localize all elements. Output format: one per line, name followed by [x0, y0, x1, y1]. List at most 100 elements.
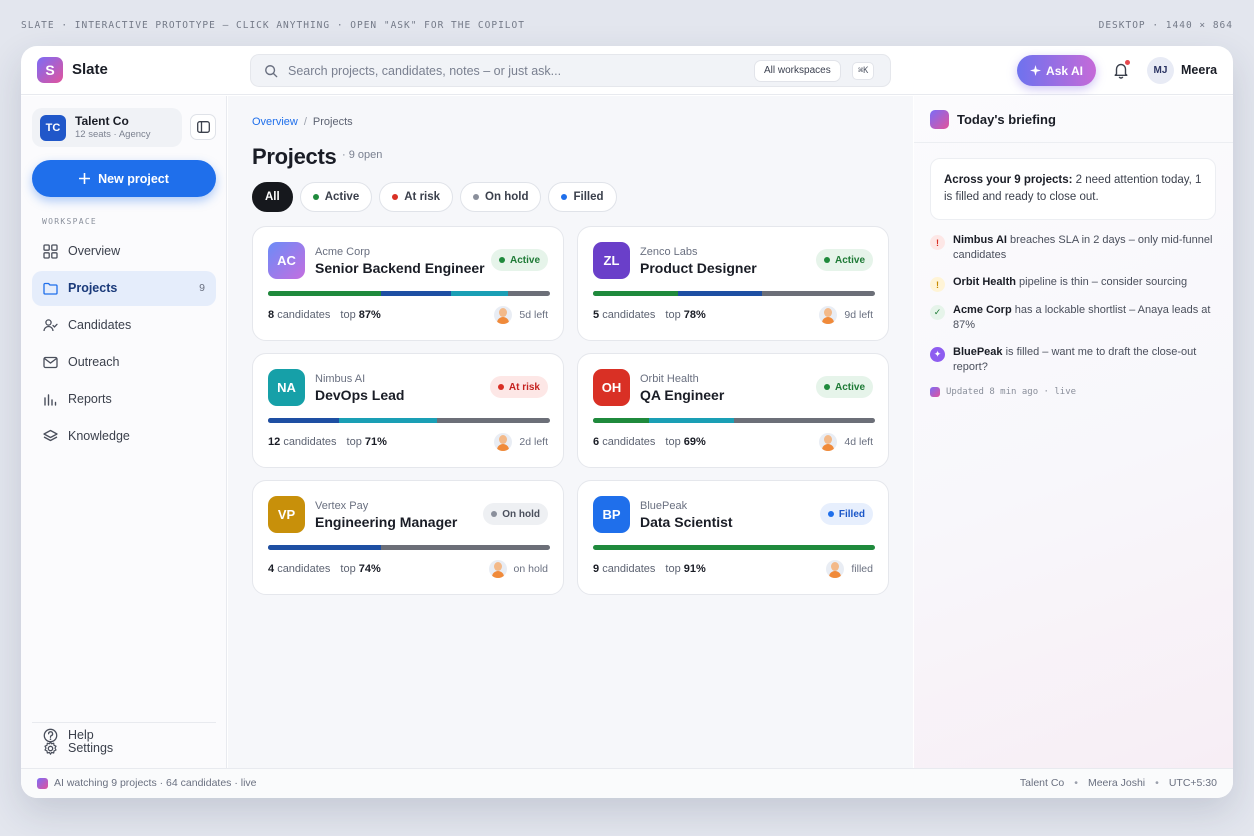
pipeline-bar — [593, 545, 875, 550]
main-content: Overview / Projects Projects · 9 open All … — [228, 96, 913, 768]
status-right: Talent Co • Meera Joshi • UTC+5:30 — [1020, 777, 1217, 789]
new-project-label: New project — [98, 171, 169, 186]
collapse-sidebar-button[interactable] — [190, 114, 216, 140]
pipeline-segment — [380, 291, 452, 296]
briefing-status-icon: ! — [930, 235, 945, 250]
prototype-banner: SLATE · INTERACTIVE PROTOTYPE — CLICK AN… — [21, 20, 1233, 36]
filter-chip-filled[interactable]: Filled — [548, 182, 617, 212]
candidate-avatar-icon — [819, 306, 838, 324]
due-text: 2d left — [519, 436, 548, 448]
footer-separator: • — [1074, 777, 1078, 789]
company-avatar: OH — [593, 369, 630, 406]
sidebar-item-outreach[interactable]: Outreach — [32, 345, 216, 380]
briefing-project: Acme Corp — [953, 304, 1012, 316]
sidebar-item-candidates[interactable]: Candidates — [32, 308, 216, 343]
due-text: filled — [851, 563, 873, 575]
app-window: S Slate Search projects, candidates, not… — [21, 46, 1233, 798]
due-text: 4d left — [844, 436, 873, 448]
candidates-label: candidates — [602, 436, 656, 448]
updated-text: Updated 8 min ago · live — [946, 387, 1077, 397]
breadcrumb-overview-link[interactable]: Overview — [252, 116, 298, 128]
company-name: Acme Corp — [315, 246, 371, 258]
briefing-status-icon: ! — [930, 277, 945, 292]
project-card-zl[interactable]: ZL Zenco Labs Product Designer Active 5 … — [577, 226, 889, 341]
briefing-text: Orbit Health pipeline is thin – consider… — [953, 275, 1218, 290]
project-card-ac[interactable]: AC Acme Corp Senior Backend Engineer Act… — [252, 226, 564, 341]
org-subtitle: 12 seats · Agency — [75, 129, 151, 140]
role-title: Engineering Manager — [315, 514, 458, 530]
status-badge: At risk — [489, 376, 548, 398]
top-label: top — [665, 436, 681, 448]
briefing-detail: pipeline is thin – consider sourcing — [1015, 276, 1188, 288]
plus-icon — [79, 173, 91, 184]
search-bar[interactable]: Search projects, candidates, notes – or … — [250, 54, 891, 87]
top-label: top — [665, 563, 681, 575]
filter-chip-at-risk[interactable]: At risk — [379, 182, 454, 212]
footer-user: Meera Joshi — [1087, 777, 1146, 789]
breadcrumb-separator: / — [303, 116, 307, 128]
sidebar-item-reports[interactable]: Reports — [32, 382, 216, 417]
status-label: Active — [834, 254, 865, 266]
briefing-status-icon: ✦ — [930, 347, 945, 362]
user-name[interactable]: Meera — [1181, 63, 1217, 77]
card-stats: 4 candidates top 74% — [268, 563, 381, 575]
filter-label: All — [265, 191, 280, 203]
company-name: Zenco Labs — [640, 246, 698, 258]
mail-icon — [43, 356, 58, 369]
sidebar-item-help[interactable]: Help — [32, 718, 216, 753]
company-name: Nimbus AI — [315, 373, 366, 385]
project-card-na[interactable]: NA Nimbus AI DevOps Lead At risk 12 cand… — [252, 353, 564, 468]
org-switcher[interactable]: TC Talent Co 12 seats · Agency — [32, 108, 182, 147]
status-badge: Filled — [819, 503, 873, 525]
status-dot — [561, 194, 568, 200]
project-card-bp[interactable]: BP BluePeak Data Scientist Filled 9 cand… — [577, 480, 889, 595]
workspace-scope-button[interactable]: All workspaces — [754, 60, 841, 82]
pipeline-segment — [451, 291, 508, 296]
card-due: on hold — [488, 560, 548, 578]
sidebar-item-label: Outreach — [68, 355, 120, 369]
search-input[interactable]: Search projects, candidates, notes – or … — [288, 64, 561, 78]
briefing-text: BluePeak is filled – want me to draft th… — [953, 345, 1218, 375]
banner-left: SLATE · INTERACTIVE PROTOTYPE — CLICK AN… — [21, 20, 525, 31]
sparkle-icon — [1030, 65, 1042, 76]
project-card-oh[interactable]: OH Orbit Health QA Engineer Active 6 can… — [577, 353, 889, 468]
status-label: Filled — [838, 508, 865, 520]
candidate-avatar-icon — [494, 433, 513, 451]
sidebar-item-overview[interactable]: Overview — [32, 234, 216, 269]
project-card-vp[interactable]: VP Vertex Pay Engineering Manager On hol… — [252, 480, 564, 595]
new-project-button[interactable]: New project — [32, 160, 216, 197]
filter-chip-all[interactable]: All — [252, 182, 293, 212]
folder-icon — [43, 282, 58, 295]
status-label: Active — [834, 381, 865, 393]
top-bar: S Slate Search projects, candidates, not… — [21, 46, 1233, 95]
user-avatar[interactable]: MJ — [1147, 57, 1174, 84]
briefing-project: Orbit Health — [953, 276, 1016, 288]
ask-ai-button[interactable]: Ask AI — [1017, 55, 1096, 86]
candidate-count: 8 — [268, 309, 275, 321]
filter-chip-active[interactable]: Active — [299, 182, 373, 212]
filter-label: Filled — [573, 191, 604, 203]
role-title: Product Designer — [640, 260, 757, 276]
company-name: Orbit Health — [640, 373, 699, 385]
status-label: On hold — [502, 508, 540, 520]
user-check-icon — [43, 319, 58, 332]
card-stats: 6 candidates top 69% — [593, 436, 706, 448]
status-dot — [392, 194, 399, 200]
sidebar-item-knowledge[interactable]: Knowledge — [32, 419, 216, 454]
role-title: Senior Backend Engineer — [315, 260, 485, 276]
company-name: BluePeak — [640, 500, 688, 512]
filter-chip-on-hold[interactable]: On hold — [460, 182, 542, 212]
role-title: Data Scientist — [640, 514, 733, 530]
candidate-count: 12 — [268, 436, 281, 448]
card-due: 2d left — [494, 433, 548, 451]
briefing-summary: Across your 9 projects: 2 need attention… — [930, 158, 1216, 220]
due-text: 5d left — [519, 309, 548, 321]
top-label: top — [340, 309, 356, 321]
ai-status-icon — [37, 777, 48, 789]
card-due: 5d left — [494, 306, 548, 324]
pipeline-segment — [593, 418, 650, 423]
status-left: AI watching 9 projects · 64 candidates ·… — [37, 777, 257, 789]
org-avatar: TC — [40, 115, 66, 141]
sidebar-item-projects[interactable]: Projects 9 — [32, 271, 216, 306]
app-logo[interactable]: S — [37, 57, 63, 83]
